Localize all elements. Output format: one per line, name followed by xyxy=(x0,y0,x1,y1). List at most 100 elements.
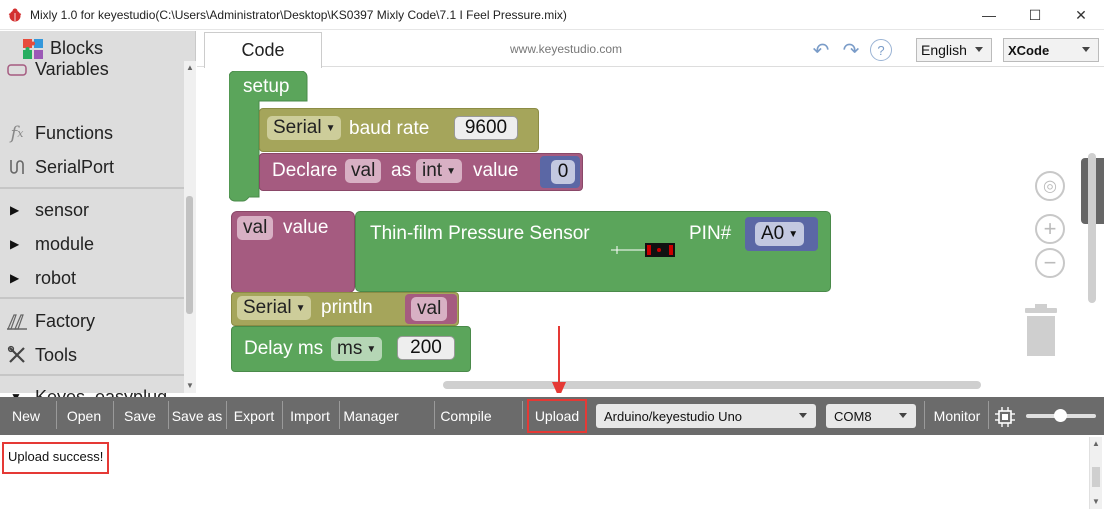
slider-handle[interactable] xyxy=(1054,409,1067,422)
category-robot[interactable]: ▶ robot xyxy=(0,262,184,294)
baud-rate-label: baud rate xyxy=(349,118,430,139)
message-highlight xyxy=(2,442,109,474)
println-variable-field[interactable]: val xyxy=(411,297,448,321)
delay-label: Delay ms xyxy=(244,338,324,359)
declare-label: Declare xyxy=(272,160,338,181)
variables-icon xyxy=(6,61,28,80)
scroll-up-icon[interactable]: ▲ xyxy=(1092,439,1100,448)
divider xyxy=(168,401,169,429)
category-label: robot xyxy=(35,267,77,288)
category-tools[interactable]: Tools xyxy=(0,339,184,371)
category-factory[interactable]: Factory xyxy=(0,305,184,337)
category-functions[interactable]: fx Functions xyxy=(0,117,184,149)
category-label: Functions xyxy=(35,122,114,143)
scroll-down-icon[interactable]: ▼ xyxy=(186,381,194,390)
import-button[interactable]: Import xyxy=(284,401,336,431)
blocks-sidebar: Blocks Variables fx Functions SerialPort… xyxy=(0,31,196,407)
functions-icon: fx xyxy=(10,122,24,144)
zoom-slider[interactable] xyxy=(1026,409,1096,422)
zoom-in-icon[interactable]: + xyxy=(1035,214,1065,244)
port-select[interactable]: COM8 xyxy=(826,404,916,428)
pin-dropdown[interactable]: A0 ▼ xyxy=(755,222,805,246)
sidebar-scrollbar[interactable]: ▲ ▼ xyxy=(184,61,196,393)
category-variables[interactable]: Variables xyxy=(0,61,184,85)
board-select[interactable]: Arduino/keyestudio Uno xyxy=(596,404,816,428)
category-label: SerialPort xyxy=(35,156,115,177)
delay-unit-dropdown[interactable]: ms ▼ xyxy=(331,337,383,361)
console-scrollbar[interactable]: ▲ ▼ xyxy=(1089,437,1102,509)
sensor-name-label: Thin-film Pressure Sensor xyxy=(370,223,590,244)
save-as-button[interactable]: Save as xyxy=(170,401,224,431)
delay-value-field[interactable]: 200 xyxy=(397,336,455,360)
scroll-up-icon[interactable]: ▲ xyxy=(186,63,194,72)
help-icon[interactable]: ? xyxy=(870,39,892,61)
triangle-right-icon: ▶ xyxy=(10,271,20,285)
blocks-header[interactable]: Blocks xyxy=(0,31,196,63)
category-serialport[interactable]: SerialPort xyxy=(0,151,184,183)
chevron-down-icon: ▼ xyxy=(325,122,336,134)
category-sensor[interactable]: ▶ sensor xyxy=(0,194,184,226)
title-bar: Mixly 1.0 for keyestudio(C:\Users\Admini… xyxy=(0,0,1104,30)
close-button[interactable]: ✕ xyxy=(1058,0,1104,30)
chevron-down-icon: ▼ xyxy=(788,228,799,240)
tab-code[interactable]: Code xyxy=(204,32,322,68)
divider xyxy=(0,187,184,189)
divider xyxy=(0,297,184,299)
divider xyxy=(522,401,523,429)
export-button[interactable]: Export xyxy=(228,401,280,431)
new-button[interactable]: New xyxy=(0,401,52,431)
zoom-out-icon[interactable]: − xyxy=(1035,248,1065,278)
open-button[interactable]: Open xyxy=(58,401,110,431)
chevron-down-icon xyxy=(975,47,983,52)
setup-label: setup xyxy=(243,76,290,97)
save-button[interactable]: Save xyxy=(114,401,166,431)
category-module[interactable]: ▶ module xyxy=(0,228,184,260)
type-dropdown[interactable]: int ▼ xyxy=(416,159,462,183)
baud-rate-field[interactable]: 9600 xyxy=(454,116,518,140)
workspace-horizontal-scrollbar[interactable] xyxy=(443,381,981,389)
type-value: int xyxy=(422,160,443,181)
factory-icon xyxy=(6,310,28,332)
window-title: Mixly 1.0 for keyestudio(C:\Users\Admini… xyxy=(30,8,567,22)
chevron-down-icon xyxy=(1082,47,1090,52)
board-select-value: Arduino/keyestudio Uno xyxy=(604,408,743,424)
workspace-header: Code www.keyestudio.com ↶ ↷ ? English XC… xyxy=(197,31,1104,68)
recenter-icon[interactable]: ◎ xyxy=(1035,171,1065,201)
divider xyxy=(924,401,925,429)
upload-highlight xyxy=(527,399,587,433)
serial-port-dropdown[interactable]: Serial ▼ xyxy=(267,116,342,140)
chip-icon[interactable] xyxy=(994,406,1016,428)
workspace-vertical-scrollbar[interactable] xyxy=(1088,153,1096,303)
compile-button[interactable]: Compile xyxy=(436,401,496,431)
sidebar-scroll-thumb[interactable] xyxy=(186,196,193,314)
monitor-button[interactable]: Monitor xyxy=(928,401,986,431)
language-select[interactable]: English xyxy=(916,38,992,62)
divider xyxy=(434,401,435,429)
theme-select[interactable]: XCode xyxy=(1003,38,1099,62)
redo-icon[interactable]: ↷ xyxy=(840,39,862,62)
initial-value-field[interactable]: 0 xyxy=(551,160,575,184)
category-list: Variables fx Functions SerialPort ▶ sens… xyxy=(0,61,184,411)
blockly-workspace[interactable]: setup Serial ▼ baud rate 9600 Declare va… xyxy=(197,68,1104,393)
port-select-value: COM8 xyxy=(834,408,872,424)
scroll-down-icon[interactable]: ▼ xyxy=(1092,497,1100,506)
triangle-right-icon: ▶ xyxy=(10,203,20,217)
theme-select-value: XCode xyxy=(1008,42,1050,58)
undo-icon[interactable]: ↶ xyxy=(810,39,832,62)
output-console: Upload success! ▲ ▼ xyxy=(0,435,1104,511)
minimize-button[interactable]: — xyxy=(966,0,1012,30)
triangle-right-icon: ▶ xyxy=(10,237,20,251)
pin-value: A0 xyxy=(761,223,785,244)
mixly-app-icon xyxy=(8,8,22,22)
trash-icon[interactable] xyxy=(1023,304,1059,356)
category-label: sensor xyxy=(35,199,90,220)
serial-port-value: Serial xyxy=(273,117,322,138)
maximize-button[interactable]: ☐ xyxy=(1012,0,1058,30)
variable-name-field[interactable]: val xyxy=(237,216,274,240)
variable-name-field[interactable]: val xyxy=(345,159,382,183)
console-scroll-thumb[interactable] xyxy=(1092,467,1100,487)
manager-button[interactable]: Manager xyxy=(340,401,402,431)
category-label: module xyxy=(35,233,95,254)
serial-port-dropdown[interactable]: Serial ▼ xyxy=(237,296,312,320)
value-label: value xyxy=(473,160,519,181)
